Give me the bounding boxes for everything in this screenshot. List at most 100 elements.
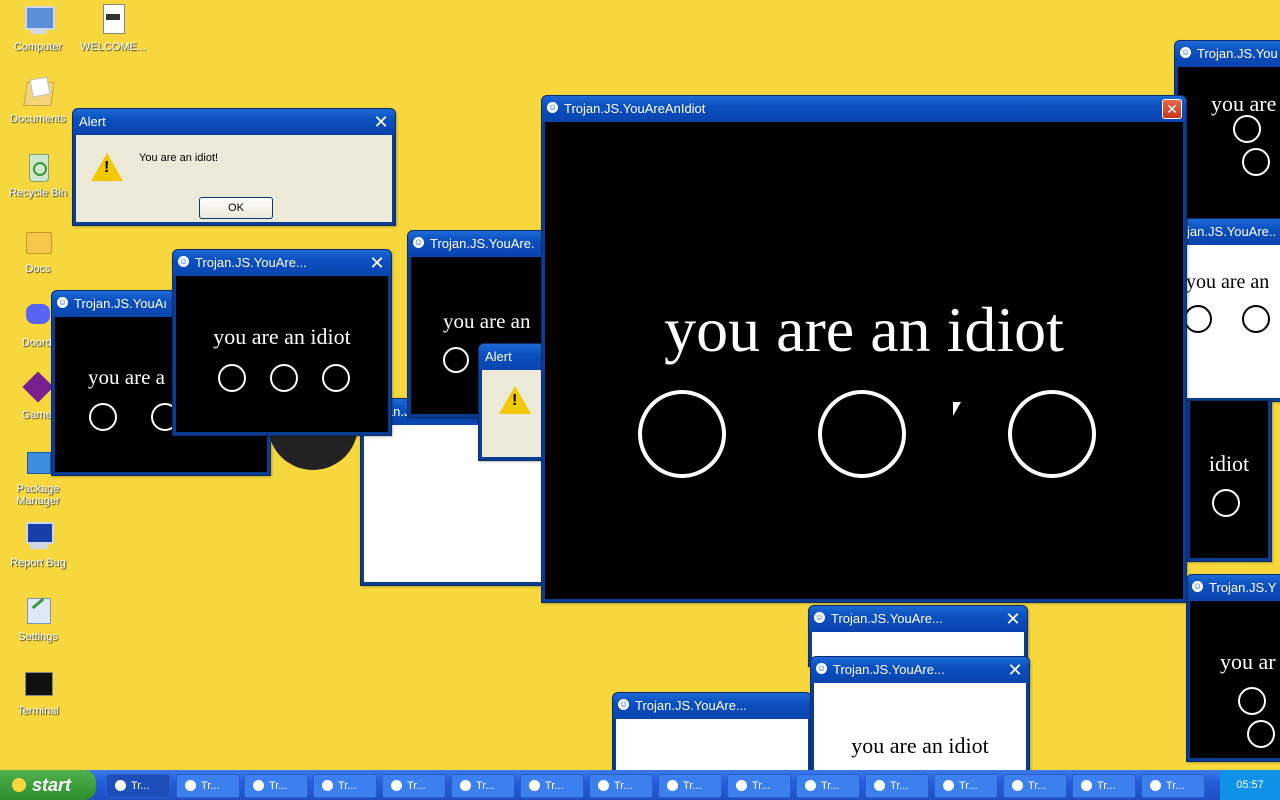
taskbar-item-label: Tr... bbox=[338, 780, 357, 792]
taskbar-item[interactable]: Tr... bbox=[106, 774, 170, 798]
title-bar[interactable]: ☺ Trojan.JS.You bbox=[1175, 41, 1280, 67]
desktop-icon-settings[interactable]: Settings bbox=[0, 594, 76, 643]
taskbar-item-label: Tr... bbox=[683, 780, 702, 792]
smiley-icon: ☺ bbox=[413, 237, 424, 248]
title-bar[interactable]: ☺ Trojan.JS.YouAre... ✕ bbox=[809, 606, 1027, 632]
system-clock[interactable]: 05:57 bbox=[1220, 770, 1280, 800]
smiley-face bbox=[1238, 687, 1266, 715]
smiley-face bbox=[218, 364, 246, 392]
smiley-face bbox=[1247, 720, 1275, 748]
taskbar-item[interactable]: Tr... bbox=[1072, 774, 1136, 798]
report-bug-icon bbox=[21, 520, 55, 554]
title-bar[interactable]: ☺ Trojan.JS.YouAreAnIdiot ✕ bbox=[542, 96, 1186, 122]
window-title: Trojan.JS.YouAreAnIdiot bbox=[564, 101, 706, 116]
window-body: you are an bbox=[1184, 245, 1280, 398]
mouse-cursor-icon bbox=[953, 402, 961, 416]
idiot-text: you are an idiot bbox=[851, 733, 989, 758]
desktop-icon-terminal[interactable]: Terminal bbox=[0, 668, 76, 717]
window-title: Trojan.JS.YouAre... bbox=[833, 662, 945, 677]
popup-window-right-bottom[interactable]: ☺ Trojan.JS.Y you ar bbox=[1186, 574, 1280, 762]
alert-dialog-2[interactable]: Alert ! bbox=[478, 343, 550, 461]
smiley-icon bbox=[460, 780, 471, 791]
smiley-icon bbox=[529, 780, 540, 791]
taskbar-item[interactable]: Tr... bbox=[1141, 774, 1205, 798]
smiley-icon: ☺ bbox=[178, 256, 189, 267]
taskbar-item[interactable]: Tr... bbox=[176, 774, 240, 798]
taskbar-item-label: Tr... bbox=[407, 780, 426, 792]
title-bar[interactable]: Alert ✕ bbox=[73, 109, 395, 135]
taskbar-item-label: Tr... bbox=[614, 780, 633, 792]
taskbar-item[interactable]: Tr... bbox=[796, 774, 860, 798]
close-button[interactable]: ✕ bbox=[371, 112, 391, 132]
smiley-icon bbox=[115, 780, 126, 791]
taskbar-item[interactable]: Tr... bbox=[1003, 774, 1067, 798]
smiley-face bbox=[1184, 305, 1212, 333]
title-bar[interactable]: ☺ Trojan.JS.Y bbox=[1187, 575, 1280, 601]
desktop-icon-computer[interactable]: Computer bbox=[0, 4, 76, 53]
close-button[interactable]: ✕ bbox=[1005, 660, 1025, 680]
desktop-icon-documents[interactable]: Documents bbox=[0, 76, 76, 125]
smiley-face bbox=[1212, 489, 1240, 517]
popup-window-bottom-center[interactable]: ☺ Trojan.JS.YouAre... ✕ you are an idiot bbox=[810, 656, 1030, 782]
smiley-icon: ☺ bbox=[547, 102, 558, 113]
taskbar-item[interactable]: Tr... bbox=[658, 774, 722, 798]
desktop-icon-report-bug[interactable]: Report Bug bbox=[0, 520, 76, 569]
smiley-face bbox=[322, 364, 350, 392]
smiley-icon bbox=[1150, 780, 1161, 791]
taskbar-item[interactable]: Tr... bbox=[589, 774, 653, 798]
smiley-icon bbox=[1081, 780, 1092, 791]
taskbar-item[interactable]: Tr... bbox=[451, 774, 515, 798]
desktop-icon-label: Report Bug bbox=[10, 557, 66, 569]
alert-dialog[interactable]: Alert ✕ ! You are an idiot! OK bbox=[72, 108, 396, 226]
start-button[interactable]: start bbox=[0, 770, 96, 800]
window-title: Trojan.JS.YouAre... bbox=[635, 698, 747, 713]
taskbar-item[interactable]: Tr... bbox=[727, 774, 791, 798]
warning-icon: ! bbox=[499, 386, 531, 414]
main-popup-window[interactable]: ☺ Trojan.JS.YouAreAnIdiot ✕ you are an i… bbox=[541, 95, 1187, 603]
title-bar[interactable]: jan.JS.YouAre.. bbox=[1181, 219, 1280, 245]
close-button[interactable]: ✕ bbox=[1162, 99, 1182, 119]
taskbar-item[interactable]: Tr... bbox=[520, 774, 584, 798]
desktop-icon-label: Package Manager bbox=[16, 483, 60, 507]
idiot-text: you are an idiot bbox=[213, 324, 351, 349]
popup-window-small[interactable]: ☺ Trojan.JS.YouAre... ✕ you are an idiot bbox=[172, 249, 392, 436]
taskbar-item-label: Tr... bbox=[821, 780, 840, 792]
popup-window-right-mid-dark[interactable]: idiot bbox=[1186, 400, 1272, 562]
title-bar[interactable]: ☺ Trojan.JS.YouAre... ✕ bbox=[811, 657, 1029, 683]
taskbar-item-label: Tr... bbox=[131, 780, 150, 792]
taskbar: start Tr... Tr... Tr... Tr... Tr... Tr..… bbox=[0, 770, 1280, 800]
window-body: you are bbox=[1178, 67, 1280, 228]
smiley-face bbox=[1242, 305, 1270, 333]
window-body: you ar bbox=[1190, 601, 1280, 758]
smiley-face bbox=[89, 403, 117, 431]
idiot-text: idiot bbox=[1208, 451, 1250, 476]
close-button[interactable]: ✕ bbox=[1003, 609, 1023, 629]
desktop-icon-welcome[interactable]: WELCOME... bbox=[75, 4, 151, 53]
taskbar-item[interactable]: Tr... bbox=[382, 774, 446, 798]
taskbar-item[interactable]: Tr... bbox=[865, 774, 929, 798]
smiley-face bbox=[443, 347, 469, 373]
title-bar[interactable]: ☺ Trojan.JS.YouAre... ✕ bbox=[173, 250, 391, 276]
taskbar-item[interactable]: Tr... bbox=[313, 774, 377, 798]
games-icon bbox=[21, 371, 55, 406]
window-title: jan.JS.YouAre.. bbox=[1187, 224, 1277, 239]
smiley-icon bbox=[667, 780, 678, 791]
idiot-text: you are an idiot bbox=[664, 294, 1064, 365]
taskbar-item-label: Tr... bbox=[269, 780, 288, 792]
alert-body: ! You are an idiot! OK bbox=[76, 135, 392, 222]
popup-window-right-top[interactable]: ☺ Trojan.JS.You you are bbox=[1174, 40, 1280, 232]
popup-window-right-mid-white[interactable]: jan.JS.YouAre.. you are an bbox=[1180, 218, 1280, 402]
title-bar[interactable]: ☺ Trojan.JS.YouAre. bbox=[408, 231, 548, 257]
ok-button[interactable]: OK bbox=[199, 197, 273, 219]
smiley-icon bbox=[1012, 780, 1023, 791]
desktop-icon-docs[interactable]: Docs bbox=[0, 226, 76, 275]
warning-icon: ! bbox=[91, 153, 123, 181]
taskbar-item[interactable]: Tr... bbox=[244, 774, 308, 798]
title-bar[interactable]: Alert bbox=[479, 344, 549, 370]
close-button[interactable]: ✕ bbox=[367, 253, 387, 273]
desktop-icon-recycle-bin[interactable]: Recycle Bin bbox=[0, 150, 76, 199]
title-bar[interactable]: ☺ Trojan.JS.YouAre... bbox=[613, 693, 811, 719]
alert-title: Alert bbox=[79, 114, 106, 129]
smiley-icon bbox=[874, 780, 885, 791]
taskbar-item[interactable]: Tr... bbox=[934, 774, 998, 798]
